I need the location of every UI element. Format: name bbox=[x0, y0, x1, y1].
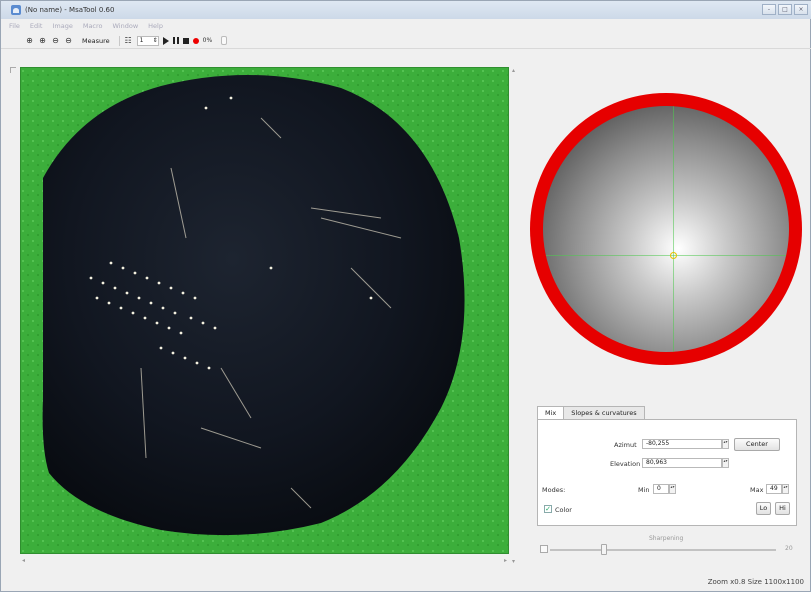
progress-bar bbox=[220, 36, 227, 45]
min-field[interactable]: 0 bbox=[653, 484, 669, 494]
surface-image bbox=[21, 68, 508, 553]
tab-slopes-curvatures[interactable]: Slopes & curvatures bbox=[563, 406, 645, 419]
hi-button[interactable]: Hi bbox=[775, 502, 790, 515]
zoom-fit-icon[interactable]: ⊕ bbox=[38, 36, 47, 45]
scroll-right-icon[interactable]: ▸ bbox=[504, 557, 507, 564]
azimut-field[interactable]: -80,255 bbox=[642, 439, 722, 449]
zoom-in-icon[interactable]: ⊕ bbox=[25, 36, 34, 45]
lo-button[interactable]: Lo bbox=[756, 502, 771, 515]
stop-icon[interactable] bbox=[182, 37, 189, 44]
menu-edit[interactable]: Edit bbox=[30, 22, 43, 30]
progress-text: 0% bbox=[202, 37, 213, 44]
frames-icon: ☷ bbox=[124, 36, 132, 45]
zoom-reset-icon[interactable]: ⊖ bbox=[64, 36, 73, 45]
toolbar: ⊕ ⊕ ⊖ ⊖ Measure ☷ 1 ⇕ 0% bbox=[1, 33, 811, 49]
shading-sphere[interactable] bbox=[543, 106, 789, 352]
play-icon[interactable] bbox=[162, 36, 169, 45]
scroll-left-icon[interactable]: ◂ bbox=[22, 557, 25, 564]
image-view[interactable] bbox=[20, 67, 509, 554]
menu-bar: File Edit Image Macro Window Help bbox=[1, 19, 811, 33]
azimut-spin-icon[interactable]: ▴▾ bbox=[722, 439, 729, 449]
toolbar-separator bbox=[118, 35, 120, 46]
min-spin-icon[interactable]: ▴▾ bbox=[669, 484, 676, 494]
menu-help[interactable]: Help bbox=[148, 22, 163, 30]
window-controls: - □ × bbox=[762, 4, 808, 15]
tab-bar: Mix Slopes & curvatures bbox=[537, 406, 797, 419]
crosshair-vertical bbox=[673, 106, 674, 352]
status-bar-text: Zoom x0.8 Size 1100x1100 bbox=[707, 578, 804, 586]
zoom-out-icon[interactable]: ⊖ bbox=[51, 36, 60, 45]
sharpening-min-box[interactable] bbox=[540, 545, 548, 553]
close-button[interactable]: × bbox=[794, 4, 808, 15]
max-label: Max bbox=[750, 486, 764, 494]
color-checkbox[interactable]: ✓ bbox=[544, 505, 552, 513]
scroll-up-icon[interactable]: ▴ bbox=[512, 67, 515, 74]
menu-image[interactable]: Image bbox=[52, 22, 72, 30]
minimize-button[interactable]: - bbox=[762, 4, 776, 15]
horizontal-scrollbar[interactable]: ◂ ▸ bbox=[20, 557, 509, 567]
color-label: Color bbox=[555, 506, 572, 514]
tab-mix[interactable]: Mix bbox=[537, 406, 565, 419]
elevation-spin-icon[interactable]: ▴▾ bbox=[722, 458, 729, 468]
azimut-label: Azimut bbox=[614, 441, 637, 449]
tab-content-mix: Azimut -80,255 ▴▾ Center Elevation 80,96… bbox=[537, 419, 797, 526]
sharpening-slider-track[interactable] bbox=[550, 549, 776, 551]
menu-file[interactable]: File bbox=[9, 22, 20, 30]
corner-marker bbox=[10, 67, 16, 73]
elevation-field[interactable]: 80,963 bbox=[642, 458, 722, 468]
min-label: Min bbox=[638, 486, 650, 494]
menu-macro[interactable]: Macro bbox=[83, 22, 103, 30]
max-spin-icon[interactable]: ▴▾ bbox=[782, 484, 789, 494]
max-field[interactable]: 49 bbox=[766, 484, 782, 494]
frame-spinbox[interactable]: 1 ⇕ bbox=[136, 35, 159, 46]
light-direction-sphere[interactable] bbox=[530, 93, 802, 365]
window-title: (No name) - MsaTool 0.60 bbox=[25, 6, 115, 14]
scroll-down-icon[interactable]: ▾ bbox=[512, 558, 515, 565]
elevation-label: Elevation bbox=[610, 460, 641, 468]
settings-panel: Mix Slopes & curvatures Azimut -80,255 ▴… bbox=[537, 406, 797, 526]
light-position-marker[interactable] bbox=[670, 252, 677, 259]
vertical-scrollbar[interactable]: ▴ ▾ bbox=[511, 67, 519, 565]
title-bar: (No name) - MsaTool 0.60 - □ × bbox=[1, 1, 811, 19]
sharpening-max-label: 20 bbox=[785, 545, 793, 552]
maximize-button[interactable]: □ bbox=[778, 4, 792, 15]
crosshair-horizontal bbox=[543, 255, 789, 256]
center-button[interactable]: Center bbox=[734, 438, 780, 451]
frame-value: 1 bbox=[139, 36, 144, 44]
record-icon[interactable] bbox=[192, 37, 199, 44]
pause-icon[interactable] bbox=[172, 37, 179, 44]
sharpening-label: Sharpening bbox=[649, 535, 684, 542]
sharpening-slider-handle[interactable] bbox=[601, 544, 608, 555]
modes-label: Modes: bbox=[542, 486, 566, 494]
measure-button[interactable]: Measure bbox=[77, 35, 115, 47]
app-icon bbox=[11, 5, 21, 15]
menu-window[interactable]: Window bbox=[113, 22, 139, 30]
app-window: (No name) - MsaTool 0.60 - □ × File Edit… bbox=[0, 0, 811, 592]
spin-arrows-icon[interactable]: ⇕ bbox=[153, 37, 158, 45]
